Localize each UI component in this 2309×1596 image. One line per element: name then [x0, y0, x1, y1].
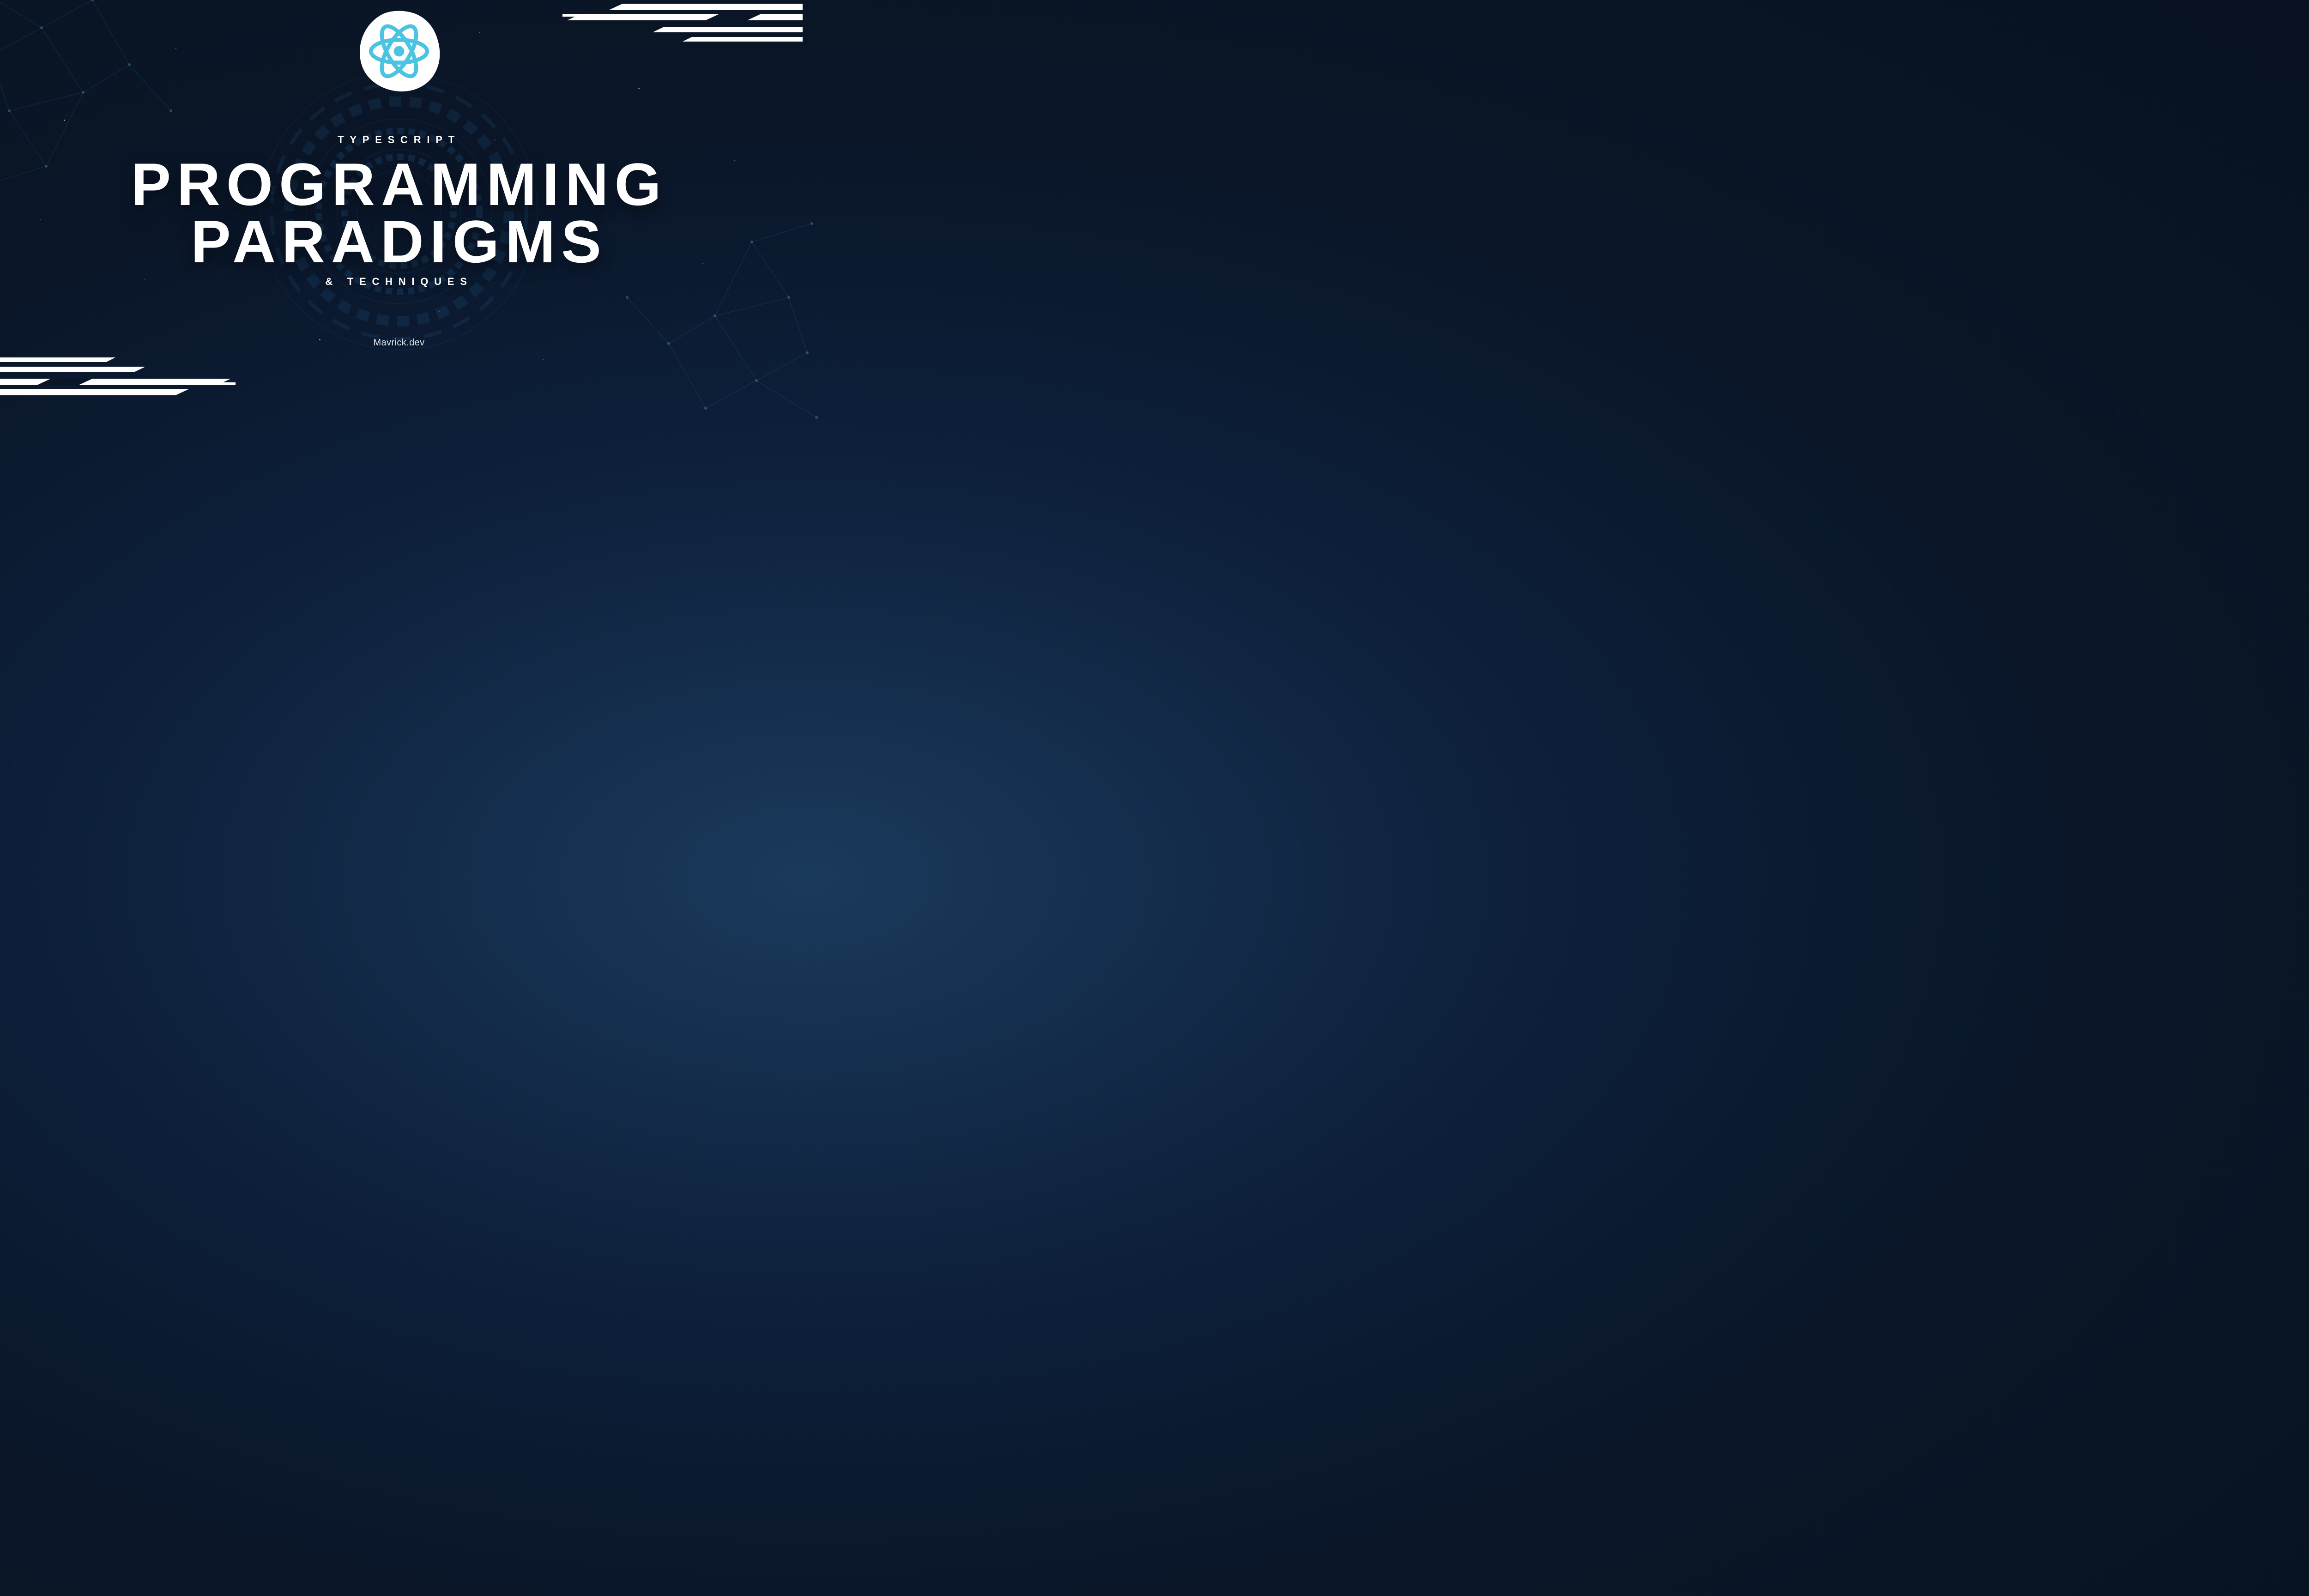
hero-content: TYPESCRIPT PROGRAMMING PARADIGMS & TECHN… — [0, 0, 798, 399]
site-credit: Mavrick.dev — [373, 338, 424, 348]
title-line-2: PARADIGMS — [191, 208, 607, 275]
techniques-text: & TECHNIQUES — [325, 276, 472, 288]
eyebrow-text: TYPESCRIPT — [338, 134, 460, 146]
main-title: PROGRAMMING PARADIGMS — [131, 156, 667, 270]
